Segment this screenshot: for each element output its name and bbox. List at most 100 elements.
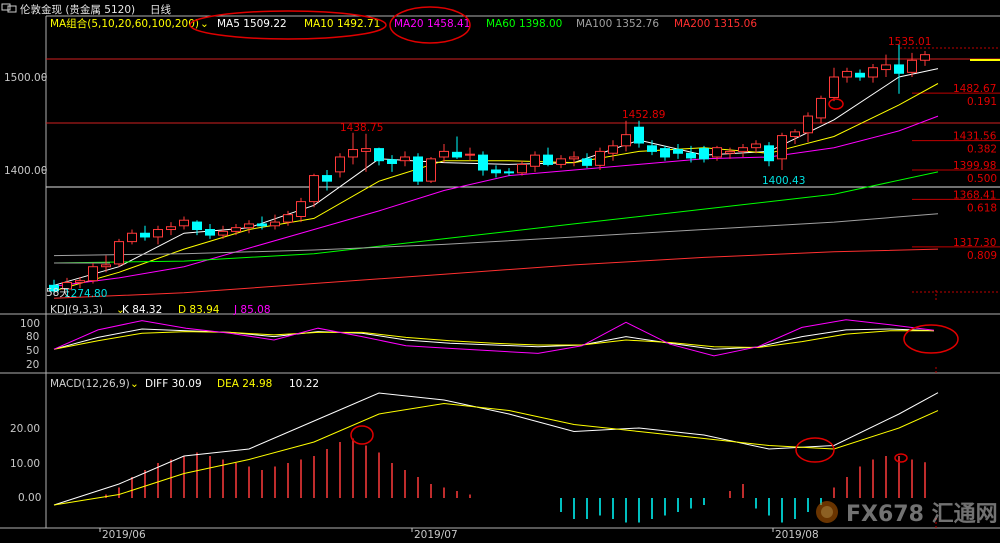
- fib-price-label: 1431.56: [953, 131, 997, 143]
- legend-item-ma60: MA60 1398.00: [486, 18, 562, 30]
- high-label-1438: 1438.75: [340, 122, 383, 134]
- candle-up: [569, 156, 579, 160]
- candle-up: [75, 280, 85, 284]
- fib-price-label: 1399.98: [953, 160, 996, 172]
- candle-up: [439, 150, 449, 158]
- fib-price-label: 1482.67: [953, 83, 996, 95]
- chevron-down-icon[interactable]: ⌄: [130, 378, 139, 390]
- legend-item-k: K 84.32: [122, 304, 162, 316]
- candle-up: [595, 150, 605, 166]
- candle-up: [608, 145, 618, 154]
- candle-down: [192, 221, 202, 231]
- fib-ratio-label: 0.191: [967, 96, 997, 108]
- kdj-tick-20: 20: [26, 359, 39, 371]
- candle-up: [88, 266, 98, 282]
- high-label-1535: 1535.01: [888, 36, 931, 48]
- candle-down: [413, 156, 423, 182]
- candle-up: [400, 156, 410, 162]
- watermark-text: FX678 汇通网: [846, 502, 998, 527]
- candle-up: [803, 115, 813, 134]
- legend-item-d: D 83.94: [178, 304, 220, 316]
- candle-up: [517, 163, 527, 174]
- candle-up: [816, 97, 826, 119]
- candle-down: [582, 158, 592, 166]
- candle-up: [530, 154, 540, 167]
- candle-down: [387, 159, 397, 164]
- candle-down: [491, 169, 501, 174]
- candle-down: [894, 64, 904, 74]
- legend-item-ma5: MA5 1509.22: [217, 18, 287, 30]
- low-label-1400: 1400.43: [762, 175, 805, 187]
- legend-item-value: 10.22: [289, 378, 319, 390]
- candle-down: [543, 154, 553, 165]
- candle-down: [452, 151, 462, 158]
- candle-up: [868, 67, 878, 78]
- candle-down: [686, 152, 696, 159]
- legend-item-j: J 85.08: [233, 304, 271, 316]
- instrument-title: 伦敦金现 (贵金属 5120): [20, 3, 135, 16]
- candle-up: [309, 175, 319, 203]
- candle-up: [725, 150, 735, 154]
- candle-up: [231, 227, 241, 232]
- candle-down: [478, 154, 488, 171]
- price-tick-1500: 1500.00: [4, 72, 47, 84]
- low-label-1274: 1274.80: [64, 288, 107, 300]
- price-tick-1400: 1400.00: [4, 165, 47, 177]
- macd-legend: DIFF 30.09 DEA 24.98 10.22: [145, 378, 319, 390]
- candle-up: [166, 226, 176, 231]
- candle-up: [361, 148, 371, 152]
- chevron-down-icon[interactable]: ⌄: [200, 18, 209, 30]
- candle-down: [855, 72, 865, 78]
- candle-up: [777, 135, 787, 160]
- chart-canvas: 伦敦金现 (贵金属 5120) 日线 MA组合(5,10,20,60,100,2…: [0, 0, 1000, 543]
- fib-price-label: 1368.41: [953, 189, 996, 201]
- candle-down: [257, 223, 267, 227]
- kdj-tick-80: 80: [26, 331, 39, 343]
- kdj-tick-100: 100: [20, 318, 40, 330]
- candle-up: [712, 147, 722, 158]
- candle-up: [270, 221, 280, 227]
- candle-up: [907, 59, 917, 73]
- fib-price-label: 1317.30: [953, 237, 996, 249]
- candle-up: [348, 149, 358, 158]
- legend-item-ma10: MA10 1492.71: [304, 18, 380, 30]
- candle-down: [647, 145, 657, 152]
- legend-item-dea: DEA 24.98: [217, 378, 272, 390]
- legend-item-ma20: MA20 1458.41: [394, 18, 470, 30]
- macd-title: MACD(12,26,9): [50, 378, 130, 390]
- fib-ratio-label: 0.809: [967, 250, 997, 262]
- date-tick-2019-06: 2019/06: [102, 529, 146, 541]
- candle-up: [426, 158, 436, 182]
- fib-ratio-label: 0.382: [967, 144, 997, 156]
- legend-item-diff: DIFF 30.09: [145, 378, 202, 390]
- candle-down: [764, 145, 774, 162]
- high-label-1452: 1452.89: [622, 109, 665, 121]
- legend-item-ma100: MA100 1352.76: [576, 18, 659, 30]
- candle-up: [738, 147, 748, 152]
- fib-ratio-label: 0.618: [967, 202, 997, 214]
- candle-up: [153, 229, 163, 238]
- candle-up: [920, 54, 930, 61]
- candle-up: [283, 214, 293, 223]
- kdj-tick-50: 50: [26, 345, 39, 357]
- kdj-legend: K 84.32 D 83.94 J 85.08: [122, 304, 271, 316]
- candle-up: [296, 201, 306, 217]
- candle-down: [205, 229, 215, 236]
- chart-window: 伦敦金现 (贵金属 5120) 日线 MA组合(5,10,20,60,100,2…: [0, 0, 1000, 543]
- candle-down: [140, 232, 150, 238]
- candle-up: [465, 153, 475, 156]
- candle-down: [634, 126, 644, 144]
- macd-tick-0: 0.00: [18, 492, 41, 504]
- candle-up: [751, 143, 761, 149]
- candle-up: [244, 223, 254, 229]
- candle-down: [660, 148, 670, 158]
- period-label[interactable]: 日线: [150, 3, 171, 16]
- legend-item-ma200: MA200 1315.06: [674, 18, 757, 30]
- candle-up: [842, 70, 852, 78]
- candle-up: [790, 131, 800, 138]
- candle-up: [127, 232, 137, 243]
- days-marker: 58天: [46, 287, 70, 299]
- ma-group-label: MA组合(5,10,20,60,100,200): [50, 17, 199, 30]
- candle-up: [881, 64, 891, 71]
- candle-up: [114, 241, 124, 265]
